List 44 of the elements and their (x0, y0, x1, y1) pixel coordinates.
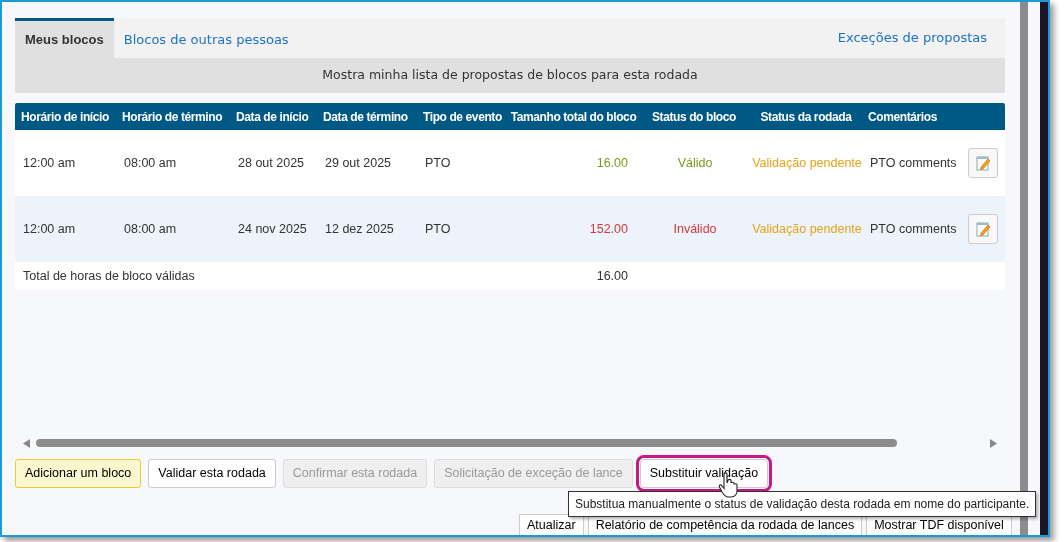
table-cell-text: Validação pendente (751, 220, 862, 238)
table-cell-text: 29 out 2025 (324, 154, 393, 172)
scrollbar-thumb[interactable] (36, 439, 897, 447)
column-header: Tamanho total do bloco (510, 108, 637, 125)
footer-button[interactable]: Atualizar (519, 514, 584, 535)
column-header: Comentários (868, 108, 937, 125)
table-cell-text: Validação pendente (751, 154, 862, 172)
notepad-pencil-icon (975, 155, 991, 171)
table-cell-text: 12:00 am (22, 154, 77, 172)
scroll-left-icon[interactable] (23, 438, 30, 448)
table-cell-text: 08:00 am (123, 220, 178, 238)
table-cell-text: PTO comments (869, 220, 958, 238)
action-button[interactable]: Validar esta rodada (148, 459, 276, 488)
total-label: Total de horas de bloco válidas (22, 267, 196, 285)
edit-button[interactable] (968, 214, 998, 244)
table-cell-text: 24 nov 2025 (237, 220, 308, 238)
action-button[interactable]: Adicionar um bloco (15, 459, 142, 488)
table-cell-text: PTO comments (869, 154, 958, 172)
exceptions-link[interactable]: Exceções de propostas (837, 28, 987, 48)
column-header: Data de término (323, 108, 408, 125)
table-cell-text: PTO (424, 154, 452, 172)
table-cell-text: 12 dez 2025 (324, 220, 395, 238)
status-label: Inválido (672, 220, 718, 238)
table-cell-text: 08:00 am (123, 154, 178, 172)
table-cell-text: 16.00 (595, 154, 629, 172)
table-cell-text: 28 out 2025 (237, 154, 306, 172)
column-header: Data de início (236, 108, 309, 125)
column-header: Status da rodada (760, 108, 852, 125)
total-value: 16.00 (595, 267, 629, 285)
column-header: Status do bloco (652, 108, 736, 125)
column-header: Tipo de evento (423, 108, 502, 125)
tab[interactable]: Blocos de outras pessoas (113, 18, 299, 58)
description: Mostra minha lista de propostas de blocos para esta rodada (322, 66, 698, 85)
column-header: Horário de início (21, 108, 109, 125)
notepad-pencil-icon (975, 221, 991, 237)
tab[interactable]: Meus blocos (15, 18, 114, 58)
scroll-right-icon[interactable] (990, 438, 997, 448)
table-cell-text: PTO (424, 220, 452, 238)
table-cell-text: 152.00 (588, 220, 629, 238)
edit-button[interactable] (968, 148, 998, 178)
tooltip: Substitua manualmente o status de validação desta rodada em nome do participante. (568, 491, 1037, 517)
table-cell-text: 12:00 am (22, 220, 77, 238)
status-label: Válido (676, 154, 714, 172)
column-header: Horário de término (122, 108, 223, 125)
